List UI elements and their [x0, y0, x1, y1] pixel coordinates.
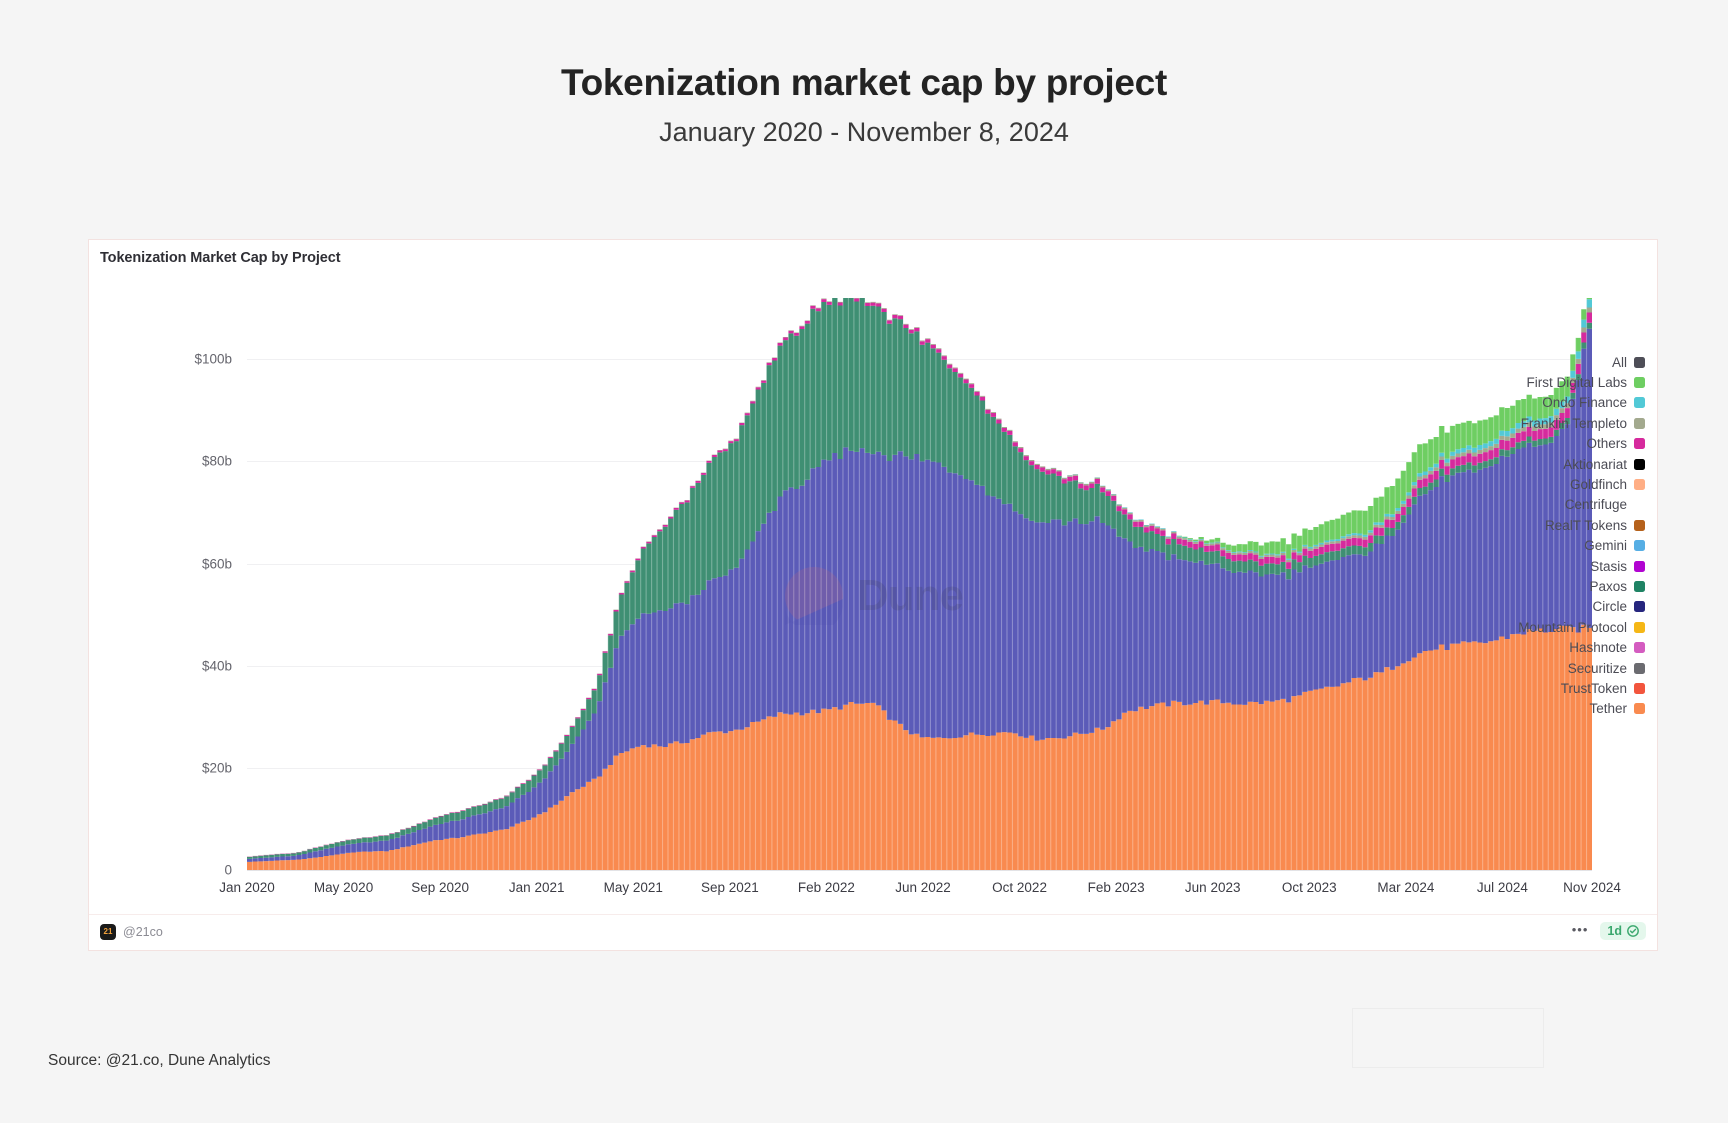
verified-check-icon [1627, 925, 1639, 937]
legend-color-swatch [1634, 377, 1645, 389]
x-axis-tick-label: Oct 2023 [1281, 880, 1337, 895]
x-axis-tick-label: Jun 2022 [895, 880, 951, 895]
x-axis-tick-label: Jan 2020 [219, 880, 275, 895]
y-axis-tick-label: 0 [224, 862, 232, 878]
legend-color-swatch [1634, 621, 1645, 633]
x-axis-tick-label: Jun 2023 [1184, 880, 1241, 895]
source-note: Source: @21.co, Dune Analytics [48, 1052, 271, 1069]
legend-color-swatch [1634, 601, 1645, 613]
plot-wrapper: 0 $20b $40b $60b $80b $100b Jan 2020 May 2020 S… [89, 276, 1659, 916]
chart-card: Tokenization Market Cap by Project 0 $20b… [88, 239, 1658, 951]
legend-item[interactable]: RealT Tokens [1435, 515, 1645, 535]
legend-item-label: First Digital Labs [1526, 375, 1627, 391]
legend-color-swatch [1634, 682, 1645, 694]
y-axis-tick-label: $40b [201, 658, 232, 674]
card-footer: 21 @21co ••• 1d [89, 914, 1657, 950]
legend-color-swatch [1634, 519, 1645, 531]
y-axis-tick-label: $20b [201, 760, 232, 776]
legend-item[interactable]: Ondo Finance [1435, 393, 1645, 413]
more-options-button[interactable]: ••• [1572, 923, 1589, 940]
legend-color-swatch [1634, 580, 1645, 592]
legend-color-swatch [1634, 703, 1645, 715]
legend-item[interactable]: Hashnote [1435, 637, 1645, 657]
legend-item-label: Others [1586, 436, 1627, 452]
legend-color-swatch [1634, 356, 1645, 368]
legend-item[interactable]: Others [1435, 434, 1645, 454]
legend-item-label: Hashnote [1569, 640, 1627, 656]
legend-item-label: TrustToken [1560, 680, 1627, 696]
legend-color-swatch [1634, 397, 1645, 409]
legend-item-label: Circle [1592, 599, 1627, 615]
x-axis-line [247, 870, 1592, 871]
x-axis-tick-label: May 2020 [313, 880, 374, 895]
legend-item[interactable]: Paxos [1435, 576, 1645, 596]
legend-item[interactable]: Securitize [1435, 658, 1645, 678]
author-handle[interactable]: @21co [123, 925, 163, 939]
legend-item-label: Mountain Protocol [1518, 619, 1627, 635]
y-axis-tick-label: $80b [201, 453, 232, 469]
legend-item-label: Securitize [1567, 660, 1627, 676]
legend-item[interactable]: Goldfinch [1435, 474, 1645, 494]
x-axis-tick-label: Sep 2020 [411, 880, 470, 895]
y-axis-tick-label: $100b [194, 351, 232, 367]
legend-color-swatch [1634, 662, 1645, 674]
legend-item[interactable]: Franklin Templeto [1435, 413, 1645, 433]
legend-color-swatch [1634, 479, 1645, 491]
legend-color-swatch [1634, 417, 1645, 429]
legend-item[interactable]: Gemini [1435, 536, 1645, 556]
legend-item[interactable]: TrustToken [1435, 678, 1645, 698]
legend-item-label: All [1611, 354, 1627, 370]
chart-card-title: Tokenization Market Cap by Project [100, 250, 341, 266]
chart-legend[interactable]: All First Digital Labs Ondo Finance Frankli… [1435, 352, 1645, 719]
legend-item[interactable]: Circle [1435, 597, 1645, 617]
legend-item-label: Tether [1589, 701, 1627, 717]
author-avatar: 21 [100, 924, 116, 940]
legend-color-swatch [1634, 499, 1645, 510]
legend-color-swatch [1634, 642, 1645, 654]
legend-item-label: Stasis [1590, 558, 1627, 574]
x-axis-tick-label: Jul 2024 [1476, 880, 1528, 895]
legend-item-label: Ondo Finance [1542, 395, 1627, 411]
legend-item[interactable]: First Digital Labs [1435, 372, 1645, 392]
x-axis-tick-label: Feb 2023 [1087, 880, 1145, 895]
stacked-area-chart[interactable] [247, 298, 1592, 870]
page-subtitle: January 2020 - November 8, 2024 [659, 116, 1069, 147]
legend-color-swatch [1634, 438, 1645, 450]
x-axis-tick-label: Mar 2024 [1377, 880, 1435, 895]
legend-item-label: Aktionariat [1563, 456, 1627, 472]
legend-color-swatch [1634, 540, 1645, 552]
x-axis-tick-label: May 2021 [603, 880, 663, 895]
legend-item-label: Paxos [1589, 578, 1627, 594]
card-footer-controls: ••• 1d [1572, 922, 1646, 940]
page-title: Tokenization market cap by project [561, 62, 1167, 103]
legend-color-swatch [1634, 560, 1645, 572]
x-axis-tick-label: Feb 2022 [797, 880, 855, 895]
legend-item-label: RealT Tokens [1544, 517, 1627, 533]
plot-area[interactable] [247, 298, 1592, 870]
legend-item-label: Centrifuge [1564, 497, 1627, 513]
legend-item-label: Gemini [1584, 538, 1627, 554]
legend-item[interactable]: Centrifuge [1435, 495, 1645, 515]
corner-placeholder-box [1352, 1008, 1544, 1068]
x-axis-tick-label: Oct 2022 [992, 880, 1047, 895]
legend-item[interactable]: Aktionariat [1435, 454, 1645, 474]
x-axis-tick-label: Jan 2021 [508, 880, 565, 895]
legend-item-label: Goldfinch [1569, 477, 1627, 493]
x-axis-tick-label: Sep 2021 [700, 880, 759, 895]
legend-item[interactable]: Stasis [1435, 556, 1645, 576]
author-info[interactable]: 21 @21co [100, 924, 163, 940]
y-axis-tick-label: $60b [201, 556, 232, 572]
refresh-frequency-badge[interactable]: 1d [1600, 922, 1646, 940]
legend-item[interactable]: Tether [1435, 699, 1645, 719]
page-header: Tokenization market cap by project Janua… [0, 0, 1728, 148]
frequency-label: 1d [1607, 924, 1622, 938]
legend-color-swatch [1634, 458, 1645, 470]
x-axis-tick-label: Nov 2024 [1563, 880, 1621, 895]
legend-item[interactable]: All [1435, 352, 1645, 372]
legend-item[interactable]: Mountain Protocol [1435, 617, 1645, 637]
legend-item-label: Franklin Templeto [1520, 415, 1627, 431]
